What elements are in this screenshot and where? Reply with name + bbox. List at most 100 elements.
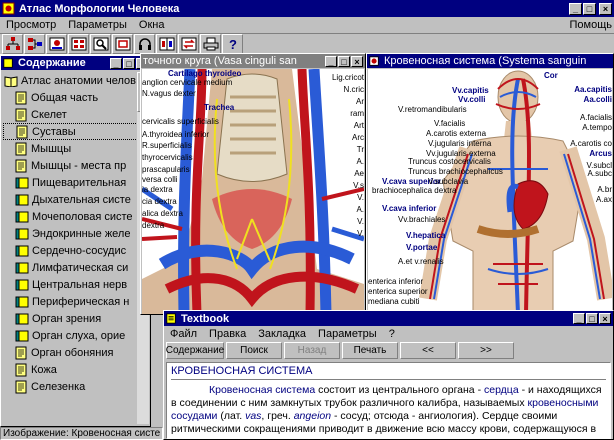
textbook-menu-file[interactable]: Файл [164,328,203,340]
document-icon [15,108,27,121]
picture-icon [49,37,64,51]
frame-button[interactable] [112,34,133,54]
anatomy-label: R.superficialis [142,141,192,150]
book-icon [15,296,29,307]
toc-maximize-button[interactable]: □ [123,57,135,69]
toc-item-label: Кожа [31,363,57,376]
minimize-button[interactable]: _ [569,2,582,15]
anatomy-label: mediana cubiti [368,297,420,306]
toc-item[interactable]: Селезенка [3,378,138,395]
search-button[interactable]: Поиск [226,342,282,359]
textbook-menu-help[interactable]: ? [383,328,401,340]
toc-minimize-button[interactable]: _ [110,57,122,69]
textbook-menubar: Файл Правка Закладка Параметры ? [164,326,613,341]
textbook-menu-edit[interactable]: Правка [203,328,252,340]
anatomy-label: V.portae [406,243,438,252]
audio-button[interactable] [134,34,155,54]
map-button[interactable] [68,34,89,54]
anatomy-label: A.tempo [582,123,612,132]
textbook-icon [166,313,176,324]
print-text-button[interactable]: Печать [342,342,398,359]
anatomy-label: V. [357,193,364,202]
toc-item[interactable]: Центральная нерв [3,276,138,293]
menu-help[interactable]: Помощь [564,19,614,31]
structure-button[interactable] [24,34,45,54]
neck-minimize-button[interactable]: _ [325,55,337,67]
textbook-minimize-button[interactable]: _ [573,313,585,324]
zoom-button[interactable] [90,34,111,54]
app-titlebar: Атлас Морфологии Человека _ □ × [0,0,614,17]
toc-item[interactable]: Скелет [3,106,138,123]
back-button[interactable]: Назад [284,342,340,359]
menu-windows[interactable]: Окна [133,19,171,31]
menu-settings[interactable]: Параметры [62,19,133,31]
document-icon [15,380,27,393]
document-icon [15,363,27,376]
toc-item[interactable]: Периферическая н [3,293,138,310]
circ-illustration[interactable]: Vv.capitis Vv.colli V.cava superior V.cava … [368,69,612,314]
toc-item[interactable]: Кожа [3,361,138,378]
book-icon [15,279,29,290]
toc-item[interactable]: Мышцы - места пр [3,157,138,174]
term-heart[interactable]: сердца [484,384,519,396]
prev-page-button[interactable]: << [400,342,456,359]
neck-title: точного круга (Vasa cinguli san [143,55,297,67]
textbook-menu-options[interactable]: Параметры [312,328,383,340]
structure-icon [27,38,42,50]
textbook-maximize-button[interactable]: □ [586,313,598,324]
anatomy-label: A.subc [587,169,612,178]
term-circulatory-system[interactable]: Кровеносная система [209,384,315,396]
toc-item[interactable]: Орган слуха, орие [3,327,138,344]
toc-item[interactable]: Орган зрения [3,310,138,327]
anatomy-label: Vv.brachiales [398,215,446,224]
app-icon[interactable] [2,2,15,15]
textbook-menu-bookmark[interactable]: Закладка [252,328,312,340]
neck-anatomy-image [142,69,364,314]
close-button[interactable]: × [599,2,612,15]
next-page-button[interactable]: >> [458,342,514,359]
menu-view[interactable]: Просмотр [0,19,62,31]
split-button[interactable] [156,34,177,54]
toc-item[interactable]: Пищеварительная [3,174,138,191]
toc-root[interactable]: Атлас анатомии челов [3,72,138,89]
anatomy-label: A. [356,205,364,214]
anatomy-label: V.subclavia [428,177,469,186]
toc-item[interactable]: Дыхательная систе [3,191,138,208]
question-icon: ? [229,37,237,51]
book-icon [15,211,29,222]
main-menubar: Просмотр Параметры Окна Помощь [0,17,614,33]
anatomy-label: V.retromandibularis [398,105,467,114]
toc-item[interactable]: Орган обоняния [3,344,138,361]
toc-item[interactable]: Суставы [3,123,138,140]
image-button[interactable] [46,34,67,54]
status-bar: Изображение: Кровеносная систе [0,427,163,440]
maximize-button[interactable]: □ [583,2,596,15]
exchange-icon [181,37,196,51]
toc-item-label: Орган слуха, орие [32,329,126,342]
split-view-icon [159,37,174,51]
toc-item[interactable]: Общая часть [3,89,138,106]
neck-illustration[interactable]: anglion cervicale medium N.vagus dexter ce… [142,69,364,314]
help-button[interactable]: ? [222,34,243,54]
tree-button[interactable] [2,34,23,54]
neck-maximize-button[interactable]: □ [338,55,350,67]
toc-item-label: Мышцы [31,142,72,155]
toc-item[interactable]: Лимфатическая си [3,259,138,276]
toc-item-label: Суставы [32,125,76,138]
textbook-close-button[interactable]: × [599,313,611,324]
contents-button[interactable]: Содержание [166,342,224,359]
app-title: Атлас Морфологии Человека [19,2,180,15]
anatomy-label: Cartilago thyroideo [168,69,242,78]
neck-close-button[interactable]: × [351,55,363,67]
toc-item[interactable]: Мышцы [3,140,138,157]
print-button[interactable] [200,34,221,54]
headphones-icon [138,38,151,50]
anatomy-label: Art [353,121,364,130]
textbook-content: КРОВЕНОСНАЯ СИСТЕМА Кровеносная система … [166,362,611,439]
toc-item[interactable]: Эндокринные желе [3,225,138,242]
exchange-button[interactable] [178,34,199,54]
anatomy-label: cervicalis superficialis [142,117,219,126]
toc-item[interactable]: Мочеполовая систе [3,208,138,225]
toc-item[interactable]: Сердечно-сосудис [3,242,138,259]
toc-title: Содержание [18,57,86,69]
